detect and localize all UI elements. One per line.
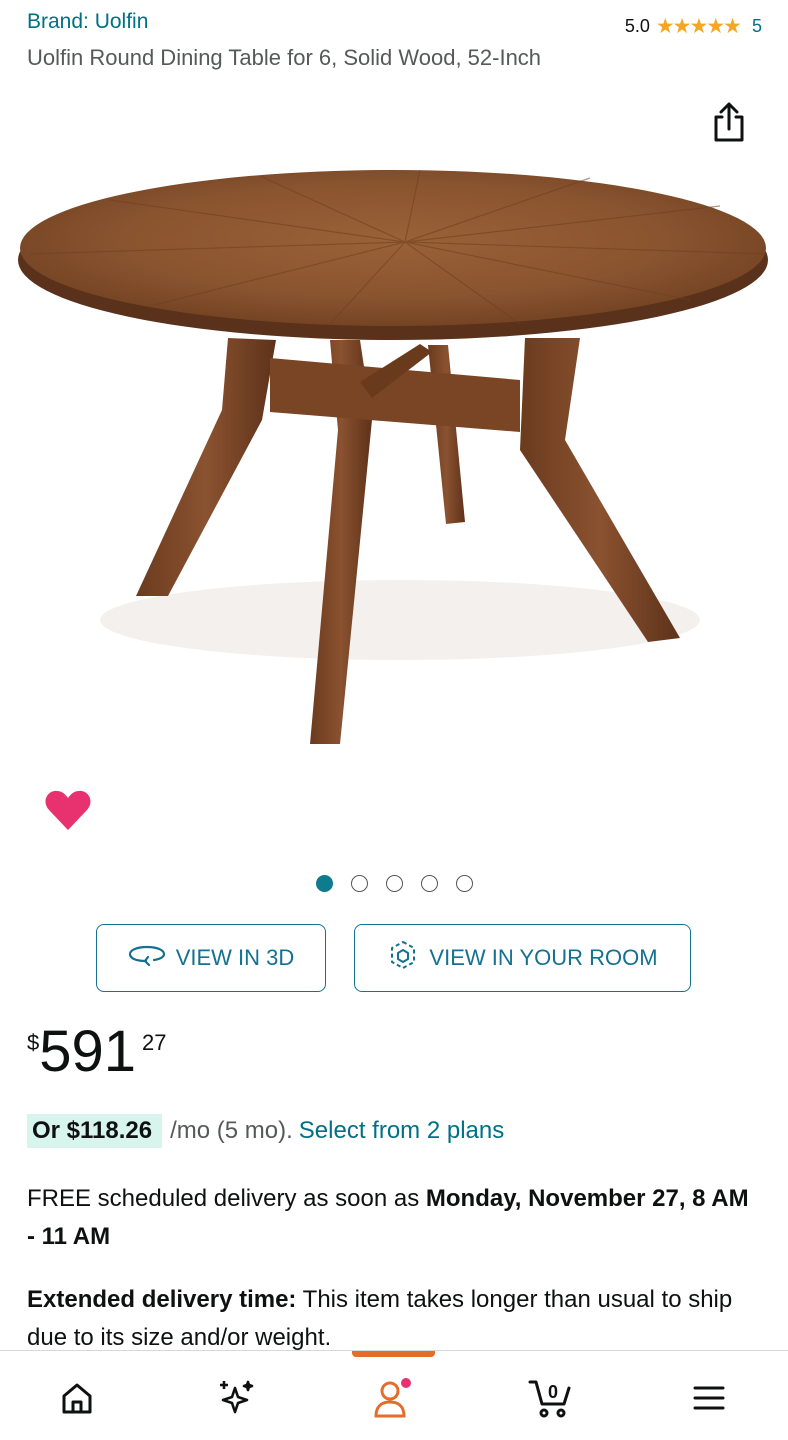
cart-icon[interactable]: 0 — [516, 1363, 586, 1433]
view-in-your-room-label: VIEW IN YOUR ROOM — [429, 945, 658, 970]
rating-count[interactable]: 5 — [752, 16, 762, 37]
installment-term: /mo (5 mo). — [170, 1117, 293, 1144]
product-image-gallery[interactable] — [0, 150, 788, 770]
installment-amount: Or $118.26 — [32, 1117, 153, 1144]
menu-icon[interactable] — [674, 1363, 744, 1433]
product-title: Uolfin Round Dining Table for 6, Solid W… — [27, 45, 542, 70]
account-icon[interactable] — [358, 1363, 428, 1433]
home-icon[interactable] — [42, 1363, 112, 1433]
pagination-dot[interactable] — [455, 875, 473, 892]
rating-value: 5.0 — [624, 16, 650, 36]
price-fraction: 27 — [142, 1030, 167, 1055]
extended-delivery-notice: Extended delivery time: This item takes … — [27, 1281, 767, 1357]
heart-icon[interactable] — [44, 788, 92, 832]
delivery-info: FREE scheduled delivery as soon as Monda… — [27, 1180, 762, 1256]
pagination-dot[interactable] — [315, 875, 333, 892]
brand-link[interactable]: Brand: Uolfin — [27, 10, 148, 34]
star-rating-icon: ★★★★★ — [655, 15, 742, 38]
pagination-dot[interactable] — [385, 875, 403, 892]
extended-delivery-label: Extended delivery time: — [27, 1286, 297, 1313]
bottom-nav: 0 — [0, 1350, 788, 1440]
share-icon[interactable] — [709, 100, 749, 144]
pagination-dot[interactable] — [420, 875, 438, 892]
ar-cube-icon — [387, 939, 419, 977]
view-in-3d-label: VIEW IN 3D — [175, 945, 295, 970]
product-header: Brand: Uolfin 5.0 ★★★★★ 5 Uolfin Round D… — [0, 0, 788, 90]
sparkle-icon[interactable] — [200, 1363, 270, 1433]
installment-offer: Or $118.26 /mo (5 mo). Select from 2 pla… — [27, 1114, 504, 1148]
delivery-prefix: FREE scheduled delivery as soon as — [27, 1185, 426, 1212]
rotate-3d-icon — [128, 944, 166, 972]
installment-highlight: Or $118.26 — [27, 1114, 163, 1148]
price-symbol: $ — [27, 1030, 40, 1055]
view-in-your-room-button[interactable]: VIEW IN YOUR ROOM — [354, 924, 691, 992]
view-in-3d-button[interactable]: VIEW IN 3D — [96, 924, 326, 992]
pagination-dot[interactable] — [350, 875, 368, 892]
select-plans-link[interactable]: Select from 2 plans — [299, 1117, 504, 1145]
cart-count: 0 — [548, 1382, 558, 1402]
price: $ 591 27 — [27, 1022, 167, 1082]
price-whole: 591 — [39, 1019, 137, 1084]
active-tab-indicator — [352, 1351, 435, 1357]
image-pagination — [0, 875, 788, 892]
product-image — [18, 169, 768, 744]
rating[interactable]: 5.0 ★★★★★ 5 — [625, 14, 762, 39]
